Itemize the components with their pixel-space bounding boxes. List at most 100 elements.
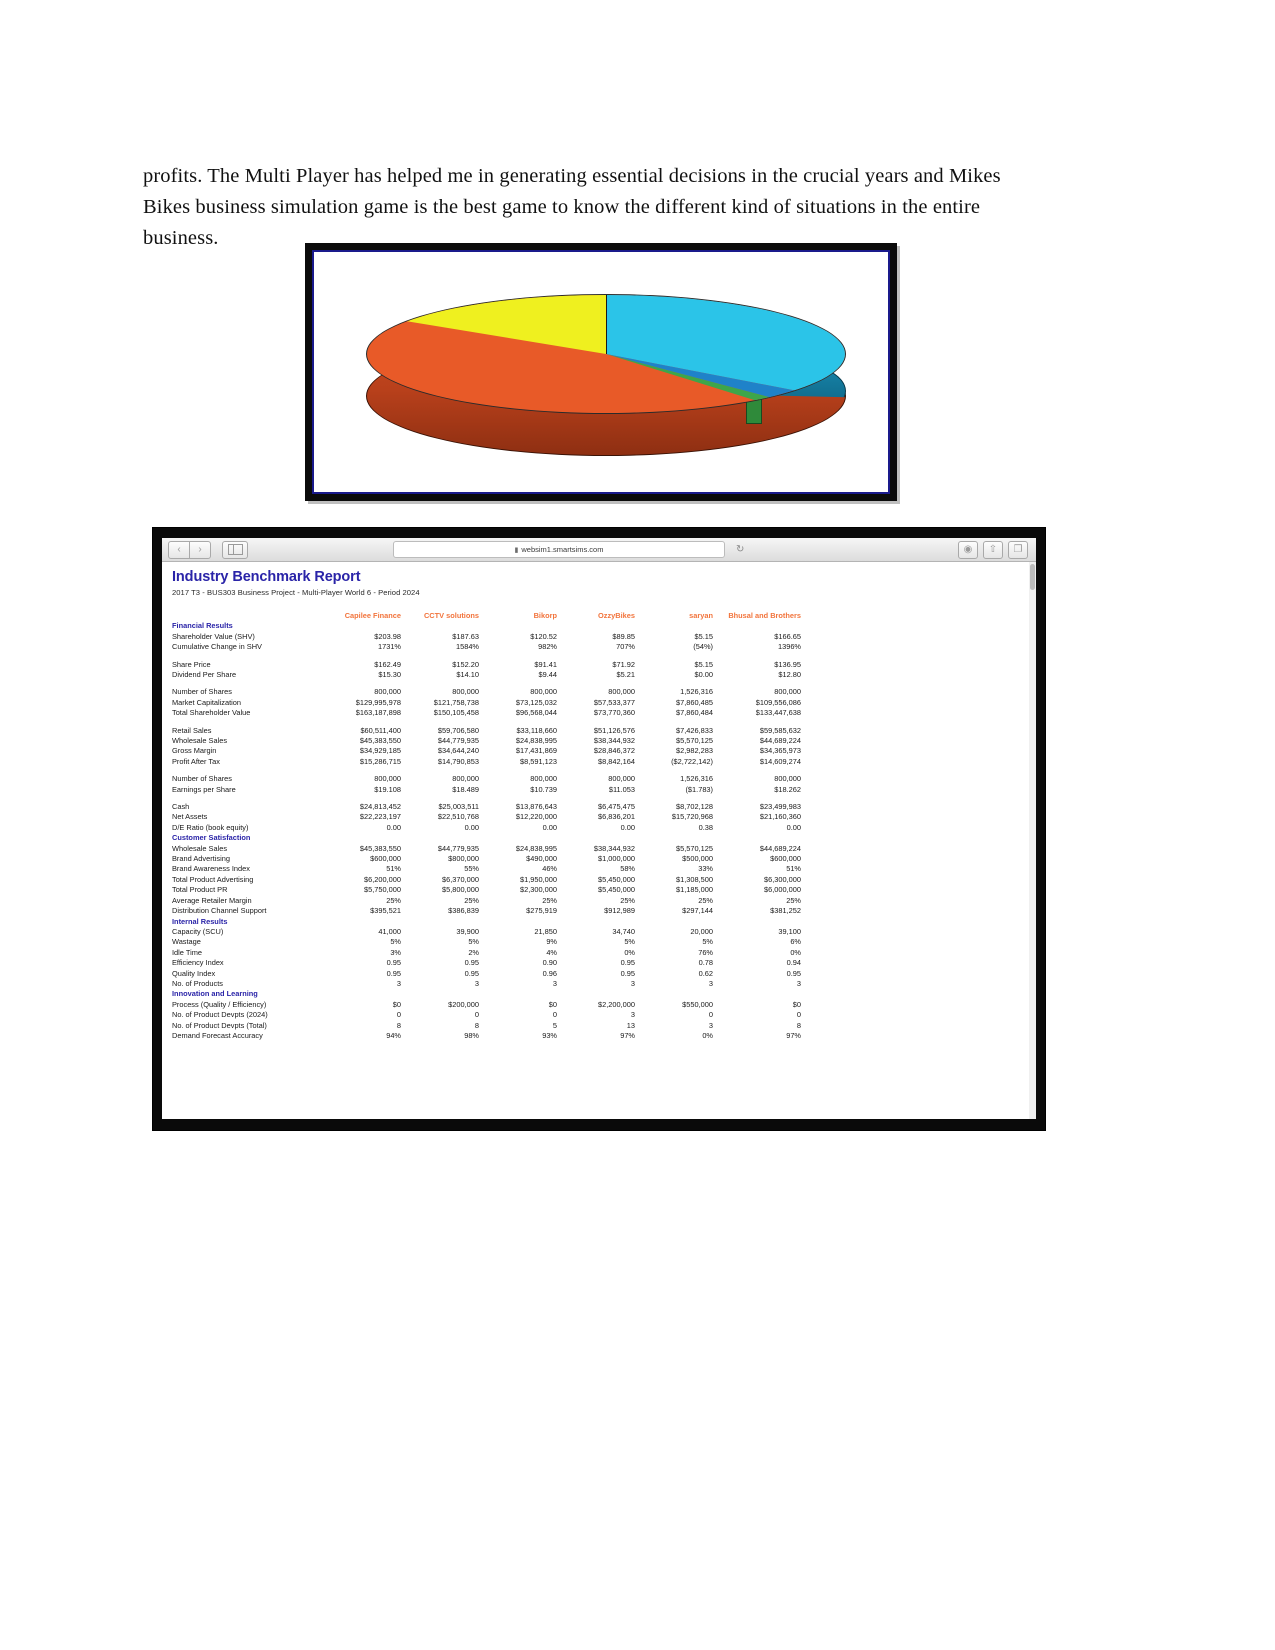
cell-share-price-cctv-solutions: $152.20	[452, 659, 479, 669]
cell-total-shareholder-value-ozzybikes: $73,770,360	[593, 708, 635, 718]
cell-no-of-products-capilee-finance: 3	[396, 978, 401, 988]
cell-cumulative-change-in-shv-bikorp: 982%	[538, 642, 557, 652]
cell-gross-margin-cctv-solutions: $34,644,240	[437, 746, 479, 756]
column-header-metric	[172, 611, 323, 621]
cell-wastage-ozzybikes: 5%	[624, 937, 635, 947]
row-label-distribution-channel-support: Distribution Channel Support	[172, 906, 267, 916]
table-row: Net Assets $22,223,197 $22,510,768 $12,220,…	[172, 812, 801, 822]
scrollbar-thumb[interactable]	[1030, 564, 1035, 590]
cell-wholesale-sales-bikorp: $24,838,995	[515, 843, 557, 853]
section-title-internal-results: Internal Results	[172, 916, 228, 926]
reload-icon[interactable]: ↻	[736, 544, 744, 555]
table-row: Wholesale Sales $45,383,550 $44,779,935 $24…	[172, 736, 801, 746]
table-row: D/E Ratio (book equity) 0.00 0.00 0.00 0.00 0…	[172, 823, 801, 833]
browser-screenshot: ‹ › ▮ websim1.smartsims.com ↻ ◉ ⇧ ❐ Indu…	[152, 527, 1046, 1131]
address-bar[interactable]: ▮ websim1.smartsims.com	[393, 541, 725, 558]
cell-quality-index-bhusal-and-brothers: 0.95	[786, 968, 801, 978]
vertical-scrollbar[interactable]	[1028, 562, 1036, 1119]
column-header-bikorp: Bikorp	[533, 610, 557, 620]
cell-cash-bikorp: $13,876,643	[515, 802, 557, 812]
cell-total-shareholder-value-bikorp: $96,568,044	[515, 708, 557, 718]
cell-average-retailer-margin-capilee-finance: 25%	[386, 895, 401, 905]
cell-retail-sales-bhusal-and-brothers: $59,585,632	[759, 725, 801, 735]
cell-profit-after-tax-capilee-finance: $15,286,715	[359, 756, 401, 766]
cell-wholesale-sales-cctv-solutions: $44,779,935	[437, 736, 479, 745]
cell-earnings-per-share-capilee-finance: $19.108	[374, 784, 401, 794]
cell-capacity-scu-bhusal-and-brothers: 39,100	[778, 926, 801, 936]
sidebar-toggle-button[interactable]	[222, 540, 248, 559]
row-label-cash: Cash	[172, 802, 190, 812]
cell-idle-time-cctv-solutions: 2%	[468, 947, 479, 957]
cell-distribution-channel-support-ozzybikes: $912,989	[604, 906, 635, 916]
cell-wholesale-sales-ozzybikes: $38,344,932	[593, 843, 635, 853]
row-label-capacity-scu: Capacity (SCU)	[172, 926, 224, 936]
table-row: Shareholder Value (SHV) $203.98 $187.63 $12…	[172, 632, 801, 642]
section-header-customer-satisfaction: Customer Satisfaction	[172, 833, 801, 843]
cell-demand-forecast-accuracy-cctv-solutions: 98%	[464, 1030, 479, 1040]
cell-number-of-shares-ozzybikes: 800,000	[608, 687, 635, 697]
cell-no-of-product-devpts-total-capilee-finance: 8	[396, 1020, 401, 1030]
cell-no-of-product-devpts-total-ozzybikes: 13	[626, 1020, 635, 1030]
pie-chart-stage	[356, 278, 856, 468]
cell-total-product-advertising-saryan: $1,308,500	[676, 874, 713, 884]
cell-gross-margin-bikorp: $17,431,869	[515, 746, 557, 756]
cell-brand-awareness-index-capilee-finance: 51%	[386, 864, 401, 874]
cell-idle-time-saryan: 76%	[698, 947, 713, 957]
cell-net-assets-saryan: $15,720,968	[671, 812, 713, 822]
cell-cash-cctv-solutions: $25,003,511	[438, 802, 479, 812]
cell-quality-index-cctv-solutions: 0.95	[464, 968, 479, 978]
cell-retail-sales-bikorp: $33,118,660	[516, 725, 557, 735]
back-button[interactable]: ‹	[168, 540, 190, 559]
cell-efficiency-index-ozzybikes: 0.95	[620, 958, 635, 968]
row-spacer	[172, 795, 801, 802]
cell-dividend-per-share-ozzybikes: $5.21	[616, 669, 636, 679]
cell-no-of-products-cctv-solutions: 3	[474, 978, 479, 988]
row-label-efficiency-index: Efficiency Index	[172, 958, 224, 968]
row-label-no-of-product-devpts-total: No. of Product Devpts (Total)	[172, 1020, 267, 1030]
cell-retail-sales-saryan: $7,426,833	[676, 725, 713, 735]
benchmark-table: Capilee Finance CCTV solutions Bikorp Oz…	[172, 611, 801, 1041]
row-spacer	[172, 719, 801, 726]
reader-button[interactable]: ◉	[958, 540, 978, 559]
forward-button[interactable]: ›	[189, 540, 211, 559]
tabs-button[interactable]: ❐	[1008, 540, 1028, 559]
table-row: Process (Quality / Efficiency) $0 $200,000…	[172, 1000, 801, 1010]
cell-share-price-bikorp: $91.41	[534, 659, 557, 669]
cell-no-of-product-devpts-total-bhusal-and-brothers: 8	[796, 1020, 801, 1030]
cell-efficiency-index-capilee-finance: 0.95	[386, 958, 401, 968]
cell-net-assets-ozzybikes: $6,836,201	[598, 812, 635, 822]
row-label-market-capitalization: Market Capitalization	[172, 697, 242, 707]
cell-demand-forecast-accuracy-capilee-finance: 94%	[386, 1030, 401, 1040]
table-row: Quality Index 0.95 0.95 0.96 0.95 0.62 0.95	[172, 969, 801, 979]
chevron-right-icon: ›	[198, 543, 202, 555]
cell-shareholder-value-shv-capilee-finance: $203.98	[374, 631, 401, 641]
pie-chart-top	[366, 294, 846, 414]
cell-net-assets-capilee-finance: $22,223,197	[359, 812, 401, 822]
row-label-profit-after-tax: Profit After Tax	[172, 756, 220, 766]
cell-brand-awareness-index-saryan: 33%	[698, 864, 713, 874]
row-label-total-product-advertising: Total Product Advertising	[172, 874, 254, 884]
cell-number-of-shares-capilee-finance: 800,000	[374, 774, 401, 784]
row-label-dividend-per-share: Dividend Per Share	[172, 669, 237, 679]
tabs-icon: ❐	[1013, 543, 1023, 555]
row-label-average-retailer-margin: Average Retailer Margin	[172, 895, 252, 905]
column-header-ozzybikes: OzzyBikes	[598, 610, 635, 620]
row-label-total-shareholder-value: Total Shareholder Value	[172, 708, 251, 718]
cell-earnings-per-share-ozzybikes: $11.053	[608, 784, 635, 794]
cell-d-e-ratio-book-equity-bhusal-and-brothers: 0.00	[786, 822, 801, 832]
cell-gross-margin-saryan: $2,982,283	[676, 746, 713, 756]
cell-idle-time-bikorp: 4%	[546, 947, 557, 957]
cell-brand-advertising-saryan: $500,000	[682, 854, 713, 864]
cell-total-shareholder-value-bhusal-and-brothers: $133,447,638	[755, 708, 801, 718]
cell-profit-after-tax-saryan: ($2,722,142)	[671, 756, 713, 766]
pie-chart-canvas	[312, 250, 890, 494]
cell-wholesale-sales-cctv-solutions: $44,779,935	[437, 843, 479, 853]
row-label-earnings-per-share: Earnings per Share	[172, 784, 236, 794]
cell-average-retailer-margin-bikorp: 25%	[542, 895, 557, 905]
cell-process-quality-efficiency-capilee-finance: $0	[392, 999, 401, 1009]
cell-shareholder-value-shv-bikorp: $120.52	[530, 631, 557, 641]
cell-number-of-shares-bikorp: 800,000	[530, 774, 557, 784]
cell-distribution-channel-support-saryan: $297,144	[682, 906, 713, 916]
cell-distribution-channel-support-cctv-solutions: $386,839	[448, 906, 479, 916]
share-button[interactable]: ⇧	[983, 540, 1003, 559]
